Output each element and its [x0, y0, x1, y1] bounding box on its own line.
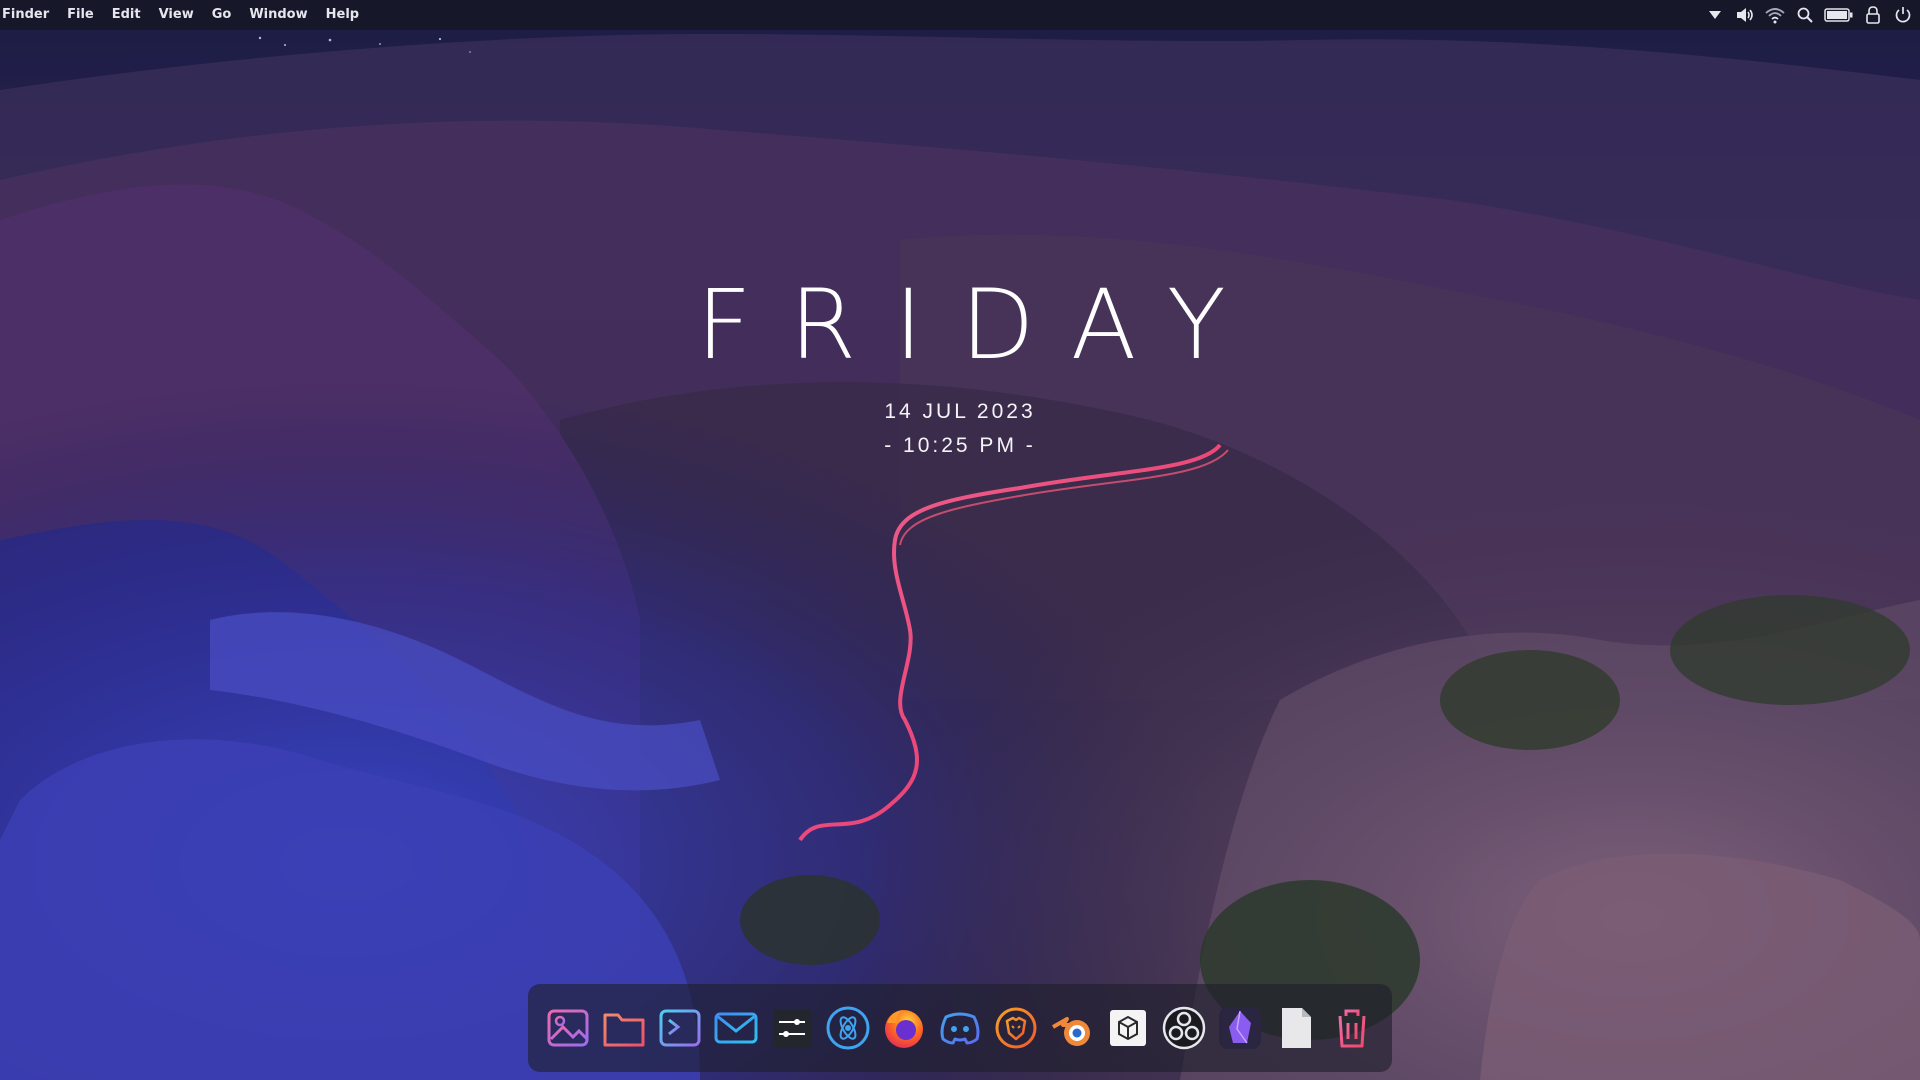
- battery-icon[interactable]: [1824, 4, 1854, 26]
- image-viewer-icon[interactable]: [545, 1005, 591, 1051]
- dropdown-arrow-icon[interactable]: [1704, 4, 1726, 26]
- terminal-icon[interactable]: [657, 1005, 703, 1051]
- brave-lion-icon[interactable]: [993, 1005, 1039, 1051]
- firefox-icon[interactable]: [881, 1005, 927, 1051]
- dock: [528, 984, 1392, 1072]
- menu-help[interactable]: Help: [326, 0, 359, 30]
- wifi-icon[interactable]: [1764, 4, 1786, 26]
- desktop-clock-widget: FRIDAY 14 JUL 2023 - 10:25 PM -: [0, 270, 1920, 458]
- menu-window[interactable]: Window: [249, 0, 307, 30]
- time-text: - 10:25 PM -: [884, 434, 1036, 457]
- menu-go[interactable]: Go: [212, 0, 232, 30]
- top-menu-bar: Finder File Edit View Go Window Help: [0, 0, 1920, 30]
- trash-icon[interactable]: [1329, 1005, 1375, 1051]
- menu-finder[interactable]: Finder: [2, 0, 49, 30]
- date-text: 14 JUL 2023: [884, 400, 1036, 423]
- obs-icon[interactable]: [1161, 1005, 1207, 1051]
- package-box-icon[interactable]: [1105, 1005, 1151, 1051]
- files-folder-icon[interactable]: [601, 1005, 647, 1051]
- search-icon[interactable]: [1794, 4, 1816, 26]
- atom-circle-icon[interactable]: [825, 1005, 871, 1051]
- desktop-wallpaper: [0, 0, 1920, 1080]
- obsidian-crystal-icon[interactable]: [1217, 1005, 1263, 1051]
- menu-edit[interactable]: Edit: [112, 0, 141, 30]
- power-icon[interactable]: [1892, 4, 1914, 26]
- text-document-icon[interactable]: [1273, 1005, 1319, 1051]
- blender-icon[interactable]: [1049, 1005, 1095, 1051]
- menu-file[interactable]: File: [67, 0, 94, 30]
- discord-icon[interactable]: [937, 1005, 983, 1051]
- system-tray: [1704, 0, 1920, 30]
- lock-icon[interactable]: [1862, 4, 1884, 26]
- app-menu: Finder File Edit View Go Window Help: [0, 0, 377, 30]
- volume-icon[interactable]: [1734, 4, 1756, 26]
- day-name: FRIDAY: [696, 269, 1264, 381]
- menu-view[interactable]: View: [159, 0, 194, 30]
- settings-sliders-icon[interactable]: [769, 1005, 815, 1051]
- mail-icon[interactable]: [713, 1005, 759, 1051]
